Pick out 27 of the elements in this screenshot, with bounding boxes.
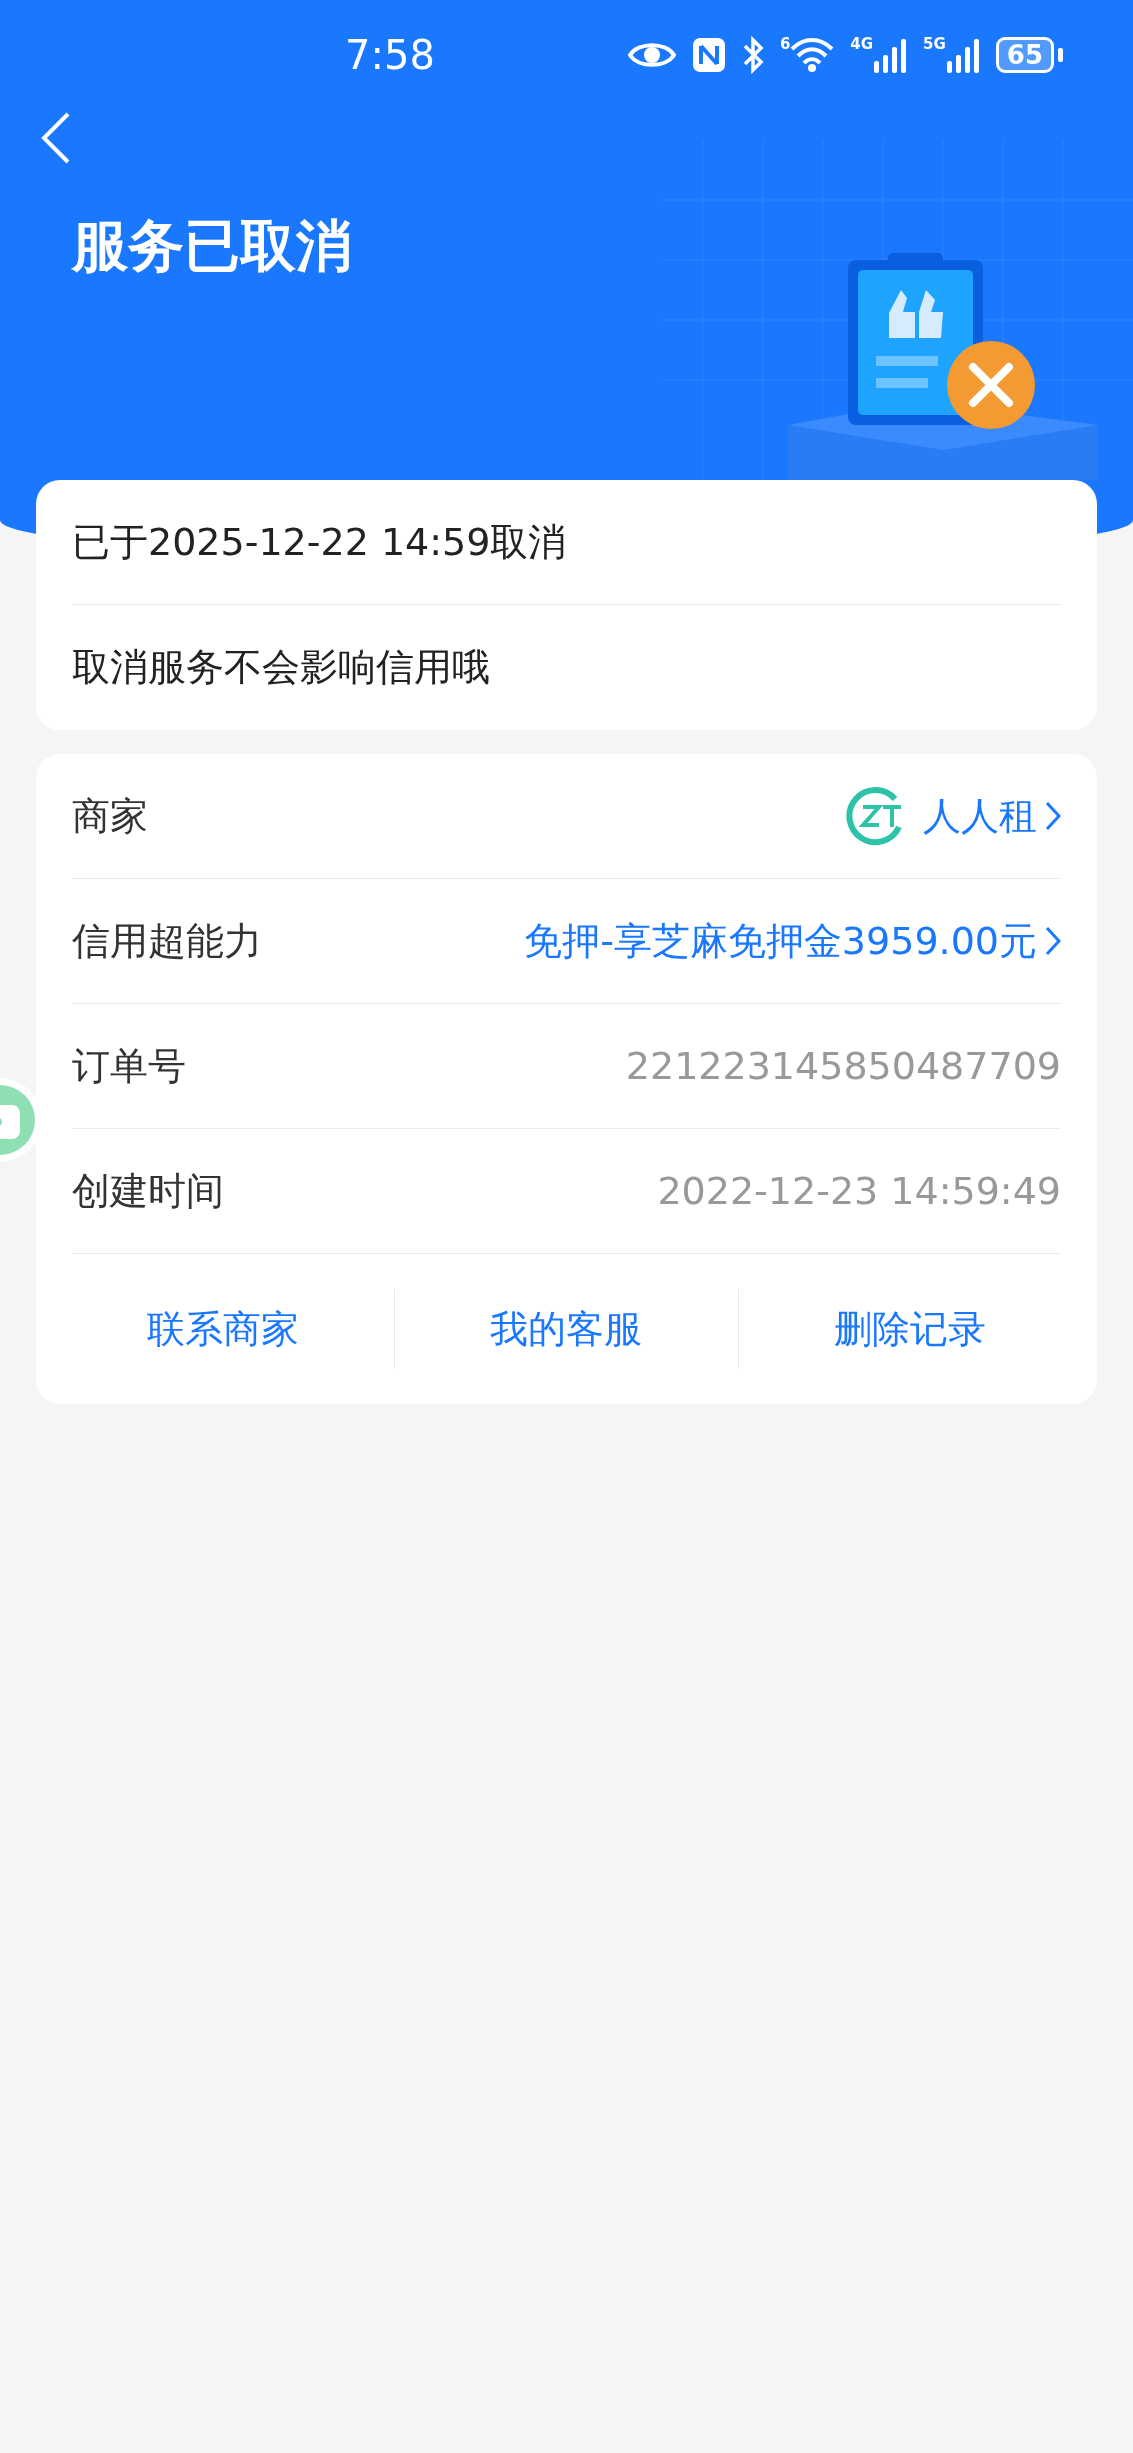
action-button[interactable]: 联系商家: [52, 1289, 395, 1369]
wifi-icon: [790, 37, 835, 73]
chevron-right-icon: [1045, 926, 1061, 956]
nfc-icon: [691, 37, 726, 73]
action-button[interactable]: 删除记录: [738, 1289, 1081, 1369]
battery-tip-icon: [1058, 48, 1063, 62]
signal-bars-icon: [873, 37, 908, 73]
network-label: 4G: [850, 37, 874, 52]
chevron-right-icon: [1045, 801, 1061, 831]
signal-bars-icon: [945, 37, 980, 73]
wifi-label: 6: [779, 37, 791, 52]
battery-level: 65: [995, 37, 1054, 73]
field-value: 221223145850487709: [625, 1042, 1061, 1090]
notice-text: 取消服务不会影响信用哦: [72, 644, 490, 691]
credit-link[interactable]: 免押-享芝麻免押金3959.00元: [524, 912, 1037, 970]
merchant-link[interactable]: 人人租: [923, 787, 1037, 845]
notice-text: 已于2025-12-22 14:59取消: [72, 518, 567, 566]
page-title: 服务已取消: [72, 212, 353, 280]
field-label: 商家: [72, 792, 148, 840]
field-label: 创建时间: [72, 1167, 224, 1215]
field-label: 信用超能力: [72, 917, 262, 965]
bluetooth-icon: [741, 36, 764, 74]
field-label: 订单号: [72, 1042, 186, 1090]
field-value: 2022-12-23 14:59:49: [657, 1167, 1061, 1215]
status-time: 7:58: [345, 31, 435, 80]
action-button[interactable]: 我的客服: [395, 1289, 738, 1369]
network-label: 5G: [923, 37, 946, 52]
